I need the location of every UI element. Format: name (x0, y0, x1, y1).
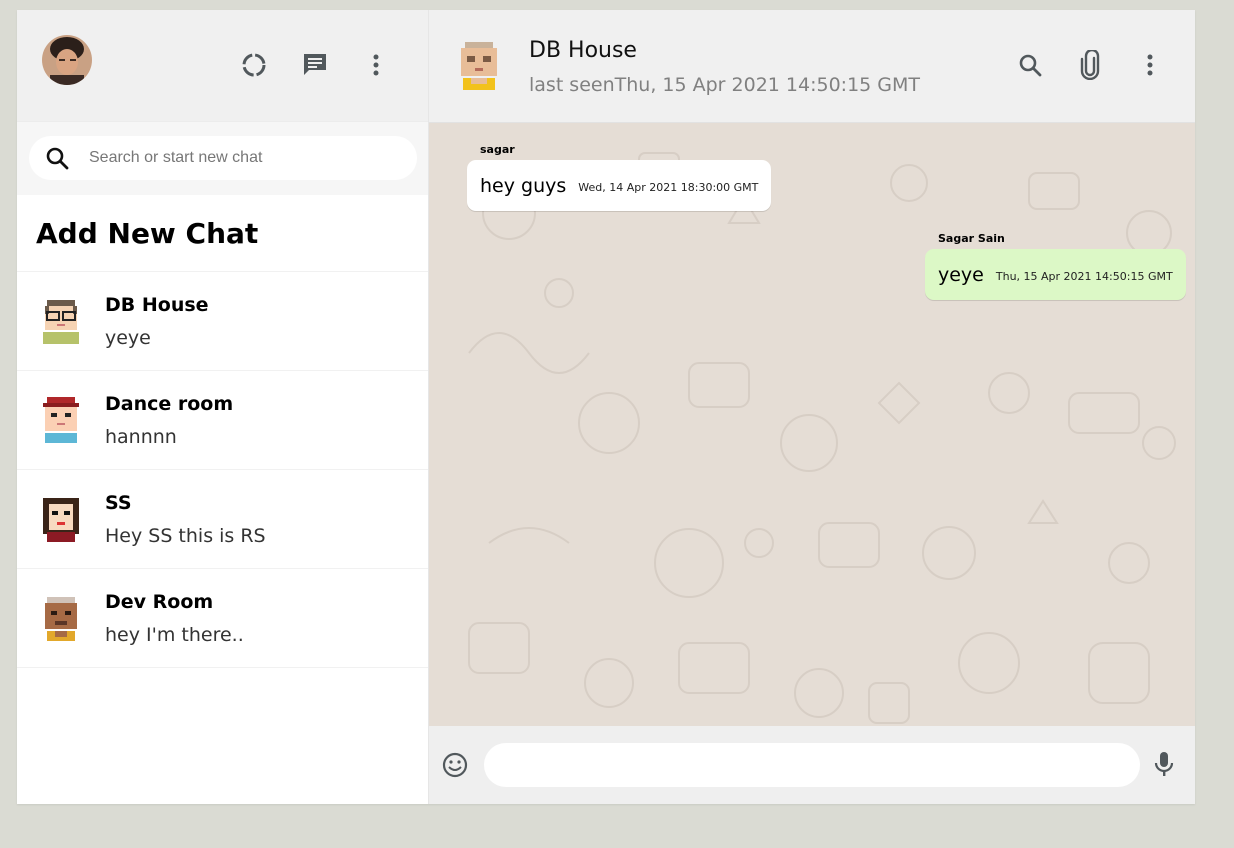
search-icon[interactable] (1013, 48, 1047, 82)
sidebar: Add New Chat DB House yeye (17, 10, 429, 804)
chat-body: sagar hey guys Wed, 14 Apr 2021 18:30:00… (429, 123, 1195, 726)
chat-footer (429, 726, 1195, 804)
chat-name: Dev Room (105, 590, 214, 613)
chat-name: Dance room (105, 392, 234, 415)
chat-background-doodles (468, 152, 1176, 724)
emoji-icon[interactable] (441, 751, 469, 783)
pixel-avatar-long-hair (41, 496, 81, 542)
pixel-avatar-red-cap (41, 397, 81, 443)
message-timestamp: Wed, 14 Apr 2021 18:30:00 GMT (578, 181, 759, 194)
message-author: sagar (480, 143, 515, 156)
add-new-chat[interactable]: Add New Chat (17, 195, 428, 272)
menu-icon[interactable] (359, 48, 393, 82)
message-sent: Sagar Sain yeye Thu, 15 Apr 2021 14:50:1… (925, 232, 1186, 300)
sidebar-header (17, 10, 428, 122)
chat-item-dev-room[interactable]: Dev Room hey I'm there.. (17, 569, 428, 668)
user-avatar[interactable] (42, 35, 92, 85)
chat-last-message: hey I'm there.. (105, 623, 244, 646)
pixel-avatar-brown (41, 595, 81, 641)
whatsapp-clone-window: Add New Chat DB House yeye (17, 10, 1195, 804)
chat-item-db-house[interactable]: DB House yeye (17, 272, 428, 371)
chat-last-message: Hey SS this is RS (105, 524, 266, 547)
chat-menu-icon[interactable] (1133, 48, 1167, 82)
message-bubble: yeye Thu, 15 Apr 2021 14:50:15 GMT (925, 249, 1186, 300)
message-text: yeye (938, 263, 984, 286)
attach-icon[interactable] (1073, 48, 1107, 82)
search-area (17, 122, 428, 195)
chat-last-message: yeye (105, 326, 151, 349)
chat-item-ss[interactable]: SS Hey SS this is RS (17, 470, 428, 569)
last-seen-text: last seenThu, 15 Apr 2021 14:50:15 GMT (529, 74, 921, 96)
microphone-icon[interactable] (1153, 750, 1175, 782)
message-timestamp: Thu, 15 Apr 2021 14:50:15 GMT (995, 270, 1173, 283)
chat-avatar[interactable] (457, 42, 501, 90)
add-new-chat-label: Add New Chat (36, 216, 259, 250)
message-text: hey guys (480, 174, 567, 197)
message-bubble: hey guys Wed, 14 Apr 2021 18:30:00 GMT (467, 160, 772, 211)
search-icon (43, 144, 71, 172)
message-author: Sagar Sain (938, 232, 1005, 245)
chat-pane: DB House last seenThu, 15 Apr 2021 14:50… (429, 10, 1195, 804)
pixel-avatar-glasses (41, 298, 81, 344)
message-received: sagar hey guys Wed, 14 Apr 2021 18:30:00… (467, 143, 772, 211)
chat-name: DB House (105, 293, 209, 316)
chat-item-dance-room[interactable]: Dance room hannnn (17, 371, 428, 470)
message-input[interactable] (484, 743, 1140, 787)
search-input[interactable] (87, 148, 391, 168)
search-box[interactable] (29, 136, 417, 180)
chat-header: DB House last seenThu, 15 Apr 2021 14:50… (429, 10, 1195, 123)
new-chat-icon[interactable] (298, 48, 332, 82)
chat-name: SS (105, 491, 132, 514)
chat-title: DB House (529, 38, 637, 63)
chat-last-message: hannnn (105, 425, 177, 448)
status-icon[interactable] (237, 48, 271, 82)
